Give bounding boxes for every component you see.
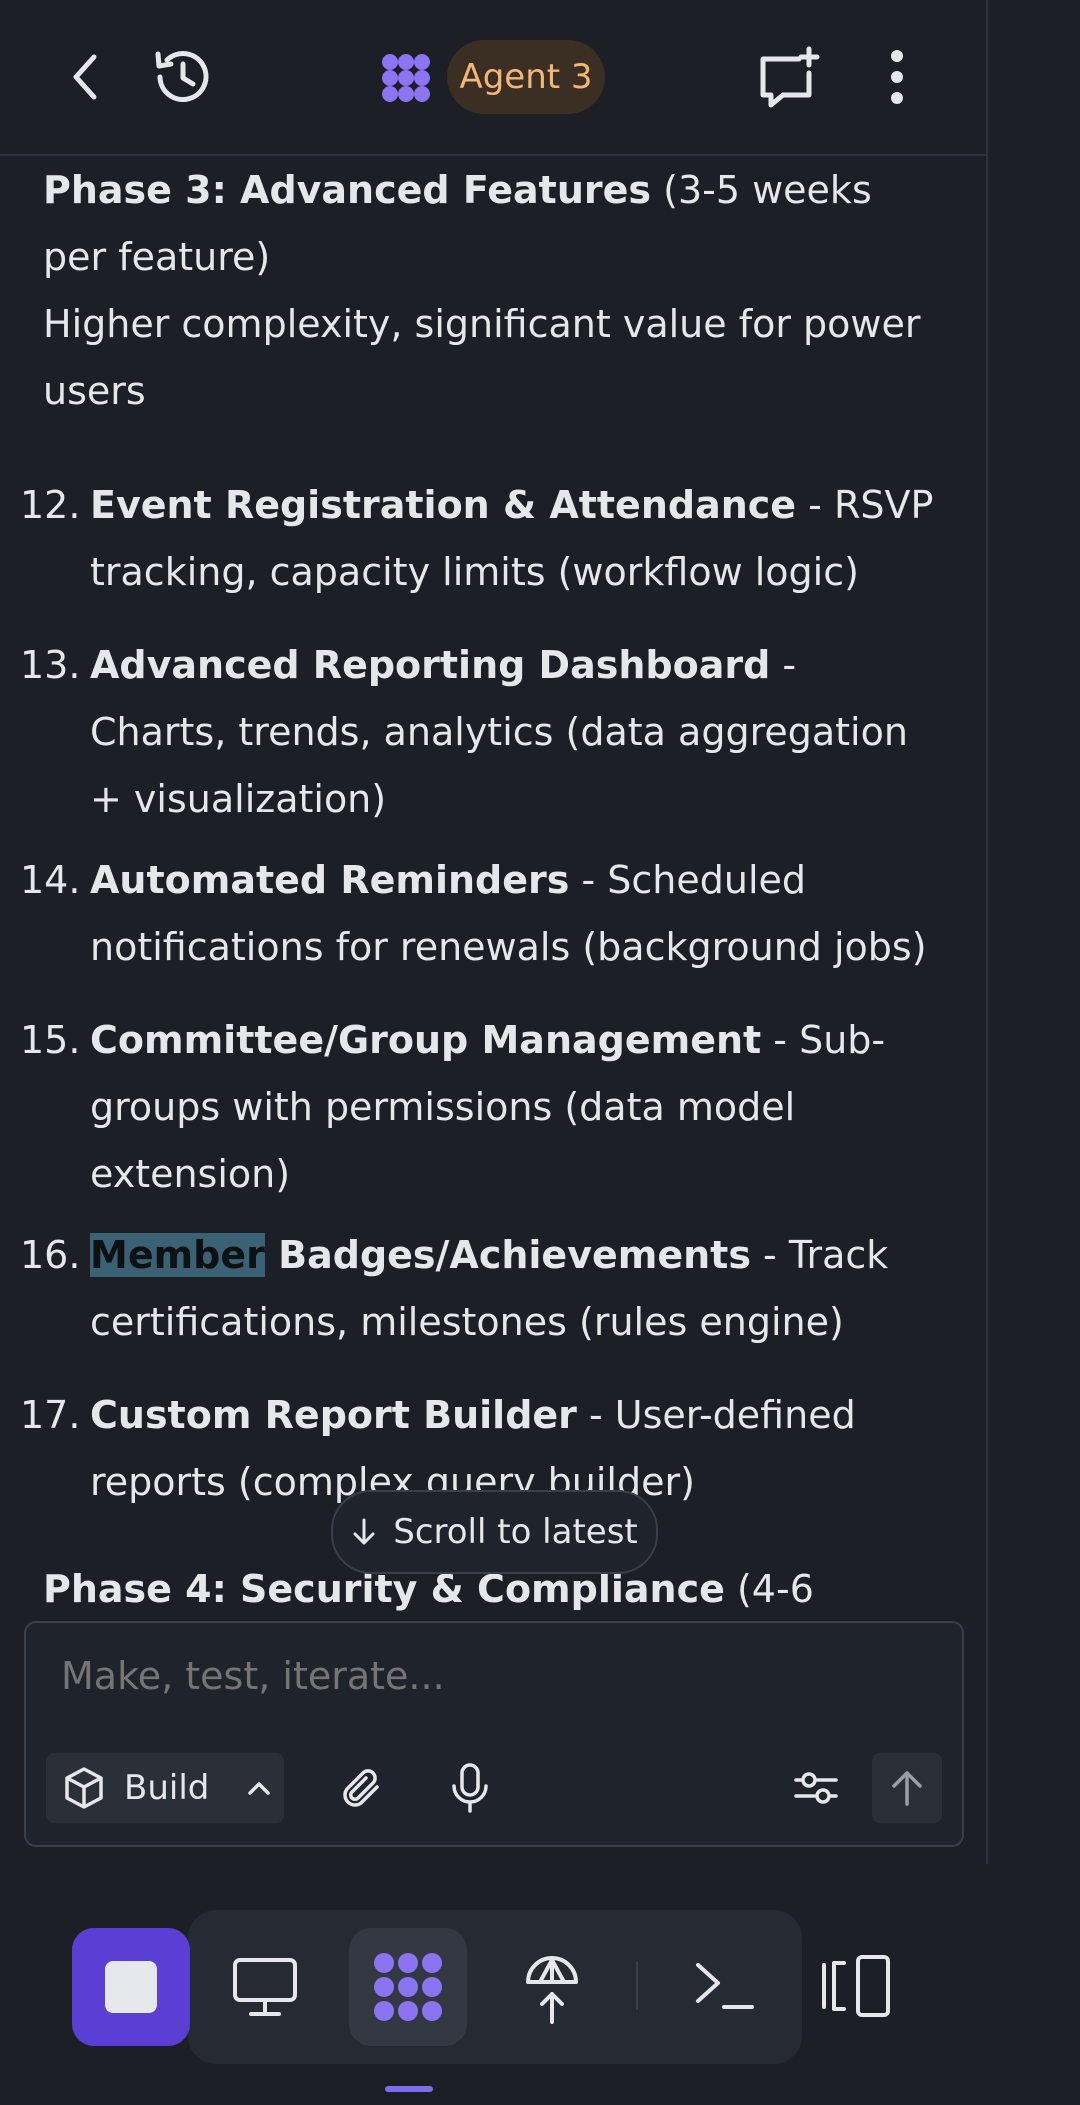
cube-icon	[65, 1767, 103, 1809]
back-arrow-icon[interactable]	[58, 46, 112, 108]
build-mode-selector[interactable]: Build	[46, 1753, 284, 1823]
message-composer: Build	[24, 1621, 964, 1847]
chat-message-content: Phase 3: Advanced Features (3-5 weeks pe…	[0, 154, 986, 1624]
scroll-to-latest-button[interactable]: Scroll to latest	[331, 1490, 658, 1574]
new-chat-icon[interactable]	[754, 42, 826, 114]
agent-icon	[374, 1953, 442, 2021]
list-item-title: Custom Report Builder	[90, 1393, 577, 1437]
agent-chat-panel: Agent 3 Phase 3: Advanced Features (3-5 …	[0, 0, 988, 1864]
list-item-number: 14.	[20, 858, 81, 902]
panels-icon[interactable]	[818, 1950, 894, 2022]
stop-icon	[105, 1961, 157, 2013]
agent-logo-icon	[378, 50, 434, 106]
terminal-icon[interactable]	[690, 1956, 758, 2016]
list-item-title: Badges/Achievements	[264, 1233, 751, 1277]
arrow-down-icon	[353, 1518, 375, 1545]
phase3-description: Higher complexity, significant value for…	[43, 302, 921, 413]
list-item-number: 15.	[20, 1018, 81, 1062]
settings-sliders-icon[interactable]	[786, 1758, 846, 1818]
message-input[interactable]	[59, 1653, 923, 1699]
nav-divider	[636, 1962, 638, 2010]
bottom-navigation	[0, 1866, 1080, 2105]
search-highlight: Member	[90, 1233, 265, 1277]
scroll-to-latest-label: Scroll to latest	[393, 1512, 638, 1552]
phase3-heading: Phase 3: Advanced Features (3-5 weeks pe…	[43, 157, 943, 291]
list-item-title: Automated Reminders	[90, 858, 570, 902]
stop-button[interactable]	[72, 1928, 190, 2046]
chevron-up-icon	[248, 1782, 271, 1795]
build-mode-label: Build	[124, 1768, 210, 1808]
desktop-preview-icon[interactable]	[228, 1952, 302, 2022]
more-vertical-icon[interactable]	[880, 44, 914, 110]
home-indicator	[385, 2086, 433, 2092]
list-item-number: 12.	[20, 483, 81, 527]
phase3-title: Phase 3: Advanced Features	[43, 168, 652, 212]
list-item-title: Event Registration & Attendance	[90, 483, 797, 527]
paperclip-icon[interactable]	[332, 1758, 392, 1818]
list-item-number: 17.	[20, 1393, 81, 1437]
agent-version-badge[interactable]: Agent 3	[447, 40, 605, 114]
arrow-up-icon	[892, 1771, 922, 1806]
list-item-title: Committee/Group Management	[90, 1018, 762, 1062]
deploy-icon[interactable]	[516, 1948, 588, 2028]
list-item-number: 13.	[20, 643, 81, 687]
agent-version-label: Agent 3	[459, 57, 593, 97]
top-bar: Agent 3	[0, 0, 986, 156]
tab-agent[interactable]	[349, 1928, 467, 2046]
list-item-number: 16.	[20, 1233, 81, 1277]
microphone-icon[interactable]	[440, 1756, 500, 1820]
history-icon[interactable]	[148, 40, 218, 114]
list-item-title: Advanced Reporting Dashboard	[90, 643, 771, 687]
send-button[interactable]	[872, 1753, 942, 1823]
